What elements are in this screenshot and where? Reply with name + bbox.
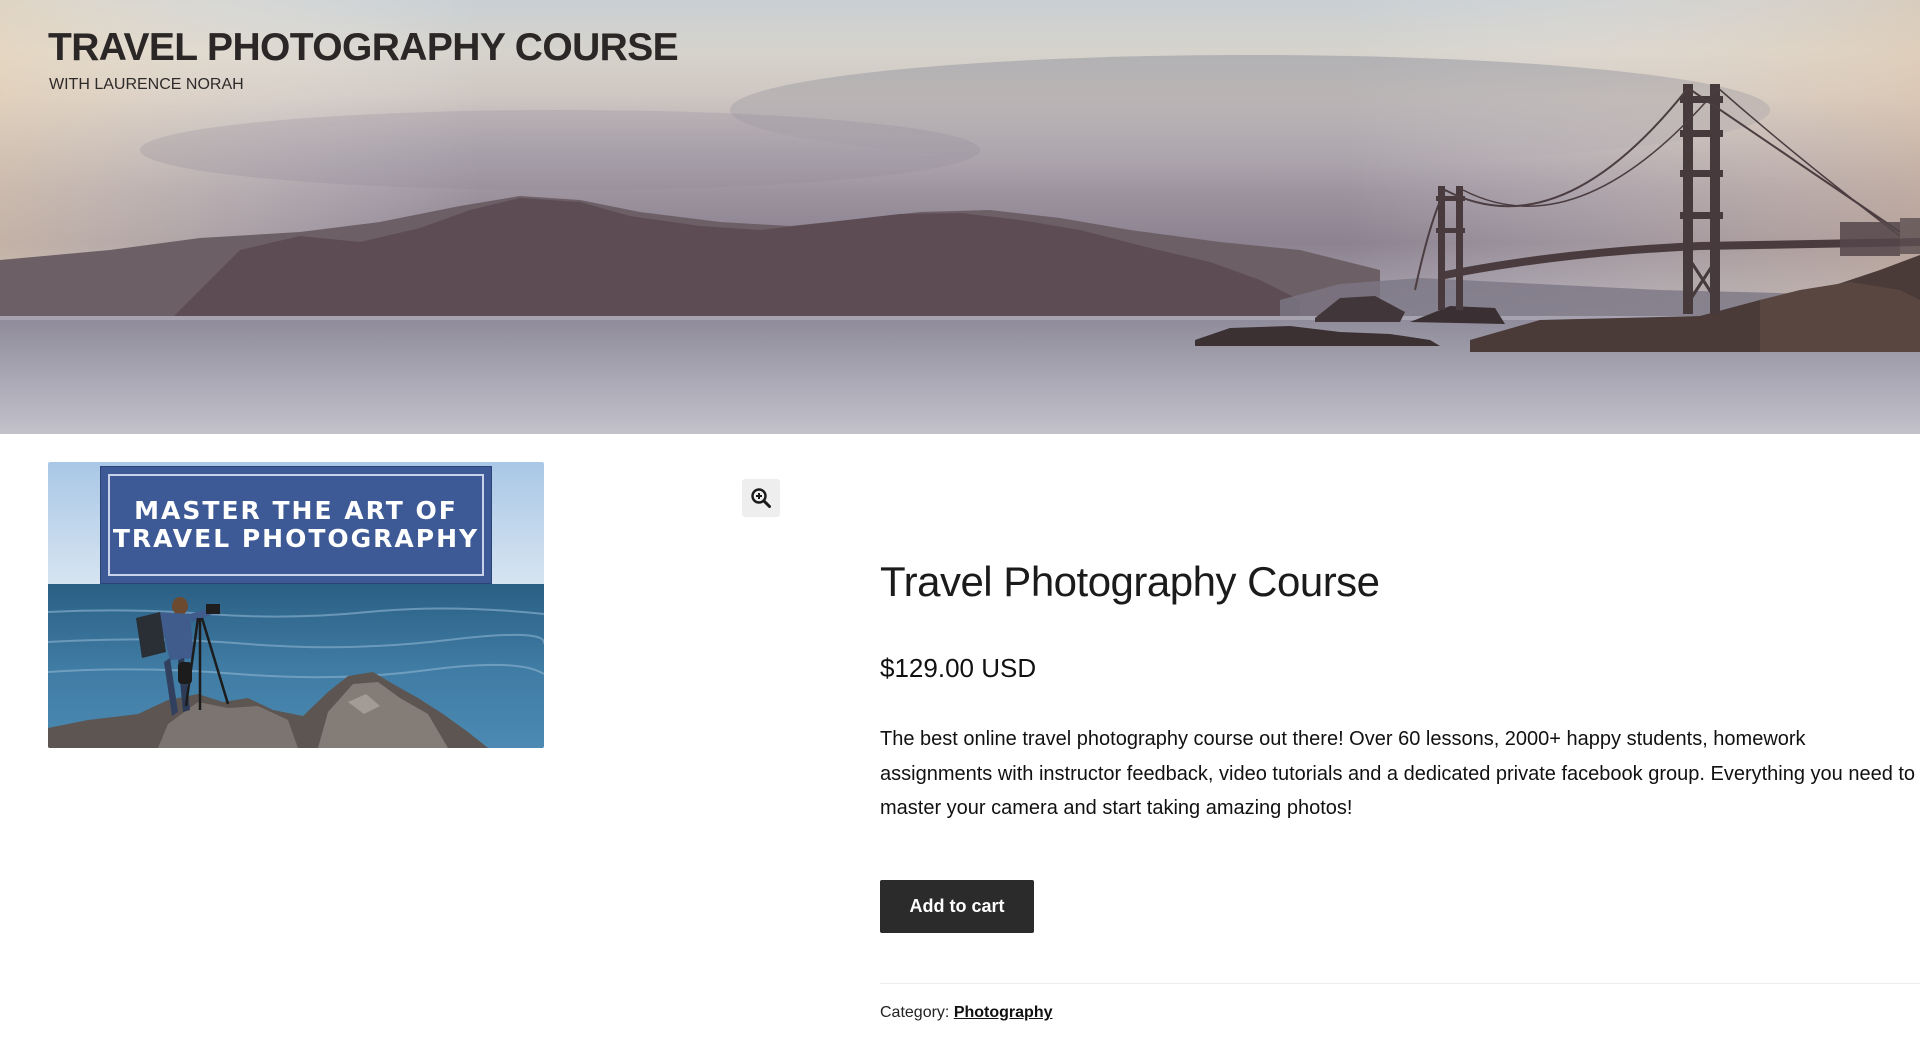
banner-line-1: MASTER THE ART OF: [134, 496, 458, 525]
site-title[interactable]: TRAVEL PHOTOGRAPHY COURSE: [48, 26, 679, 70]
site-header-hero: TRAVEL PHOTOGRAPHY COURSE WITH LAURENCE …: [0, 0, 1920, 434]
category-label: Category:: [880, 1004, 950, 1021]
site-subtitle: WITH LAURENCE NORAH: [49, 76, 244, 93]
course-banner: MASTER THE ART OF TRAVEL PHOTOGRAPHY: [100, 466, 492, 584]
product-title: Travel Photography Course: [880, 558, 1380, 605]
zoom-in-icon: [751, 488, 771, 508]
product-price: $129.00 USD: [880, 653, 1037, 683]
product-image[interactable]: MASTER THE ART OF TRAVEL PHOTOGRAPHY: [48, 462, 544, 748]
add-to-cart-button[interactable]: Add to cart: [880, 880, 1034, 933]
course-banner-frame: MASTER THE ART OF TRAVEL PHOTOGRAPHY: [108, 474, 484, 576]
category-link-photography[interactable]: Photography: [954, 1004, 1053, 1021]
product-category: Category: Photography: [880, 1004, 1053, 1022]
banner-line-2: TRAVEL PHOTOGRAPHY: [112, 524, 480, 553]
product-description: The best online travel photography cours…: [880, 728, 1916, 819]
product-summary: Travel Photography Course $129.00 USD Th…: [880, 550, 1920, 1021]
image-zoom-button[interactable]: [742, 479, 780, 517]
divider: [880, 983, 1920, 984]
